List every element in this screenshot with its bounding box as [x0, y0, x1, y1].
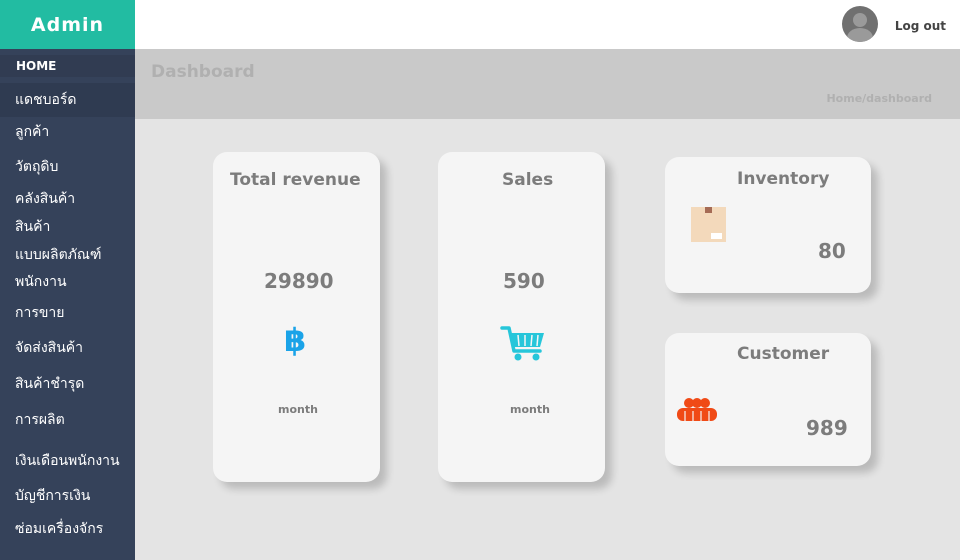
user-avatar-icon[interactable] — [842, 6, 878, 42]
sidebar-item-employees[interactable]: พนักงาน — [0, 271, 135, 293]
sales-title: Sales — [502, 170, 554, 190]
sidebar-item-warehouse[interactable]: คลังสินค้า — [0, 188, 135, 210]
page-header: Dashboard Home/dashboard — [135, 49, 960, 119]
customer-title: Customer — [737, 344, 830, 364]
logout-button[interactable]: Log out — [895, 19, 946, 33]
revenue-card: Total revenue 29890 ฿ month — [213, 152, 380, 482]
customer-card: Customer 989 — [665, 333, 871, 466]
sidebar-item-product-designs[interactable]: แบบผลิตภัณฑ์ — [0, 244, 135, 266]
people-group-icon — [677, 398, 717, 423]
sidebar-item-accounting[interactable]: บัญชีการเงิน — [0, 485, 135, 507]
sidebar-item-sales[interactable]: การขาย — [0, 302, 135, 324]
shopping-cart-icon — [500, 326, 544, 361]
sidebar-item-payroll[interactable]: เงินเดือนพนักงาน — [0, 450, 135, 472]
sidebar-item-production[interactable]: การผลิต — [0, 409, 135, 431]
sidebar-item-customers[interactable]: ลูกค้า — [0, 121, 135, 143]
sidebar-item-raw-materials[interactable]: วัตถุดิบ — [0, 156, 135, 178]
app-title: Admin — [0, 0, 135, 49]
sidebar-item-shipping[interactable]: จัดส่งสินค้า — [0, 337, 135, 359]
baht-icon: ฿ — [284, 321, 307, 359]
sales-card: Sales 590 month — [438, 152, 605, 482]
inventory-card: Inventory 80 — [665, 157, 871, 293]
sidebar-section-home: HOME — [0, 55, 135, 77]
revenue-period: month — [278, 403, 318, 416]
sidebar: HOME แดชบอร์ด ลูกค้า วัตถุดิบ คลังสินค้า… — [0, 49, 135, 560]
box-icon — [691, 207, 726, 242]
sidebar-item-defective-products[interactable]: สินค้าชำรุด — [0, 373, 135, 395]
sidebar-item-products[interactable]: สินค้า — [0, 216, 135, 238]
revenue-value: 29890 — [264, 269, 334, 293]
revenue-title: Total revenue — [230, 170, 361, 190]
sidebar-item-machine-repair[interactable]: ซ่อมเครื่องจักร — [0, 518, 135, 540]
breadcrumb[interactable]: Home/dashboard — [826, 92, 932, 105]
top-bar: Log out — [135, 0, 960, 49]
sidebar-item-dashboard[interactable]: แดชบอร์ด — [0, 83, 135, 117]
inventory-value: 80 — [818, 239, 846, 263]
sales-period: month — [510, 403, 550, 416]
customer-value: 989 — [806, 416, 848, 440]
inventory-title: Inventory — [737, 169, 830, 189]
page-title: Dashboard — [151, 62, 255, 82]
sales-value: 590 — [503, 269, 545, 293]
